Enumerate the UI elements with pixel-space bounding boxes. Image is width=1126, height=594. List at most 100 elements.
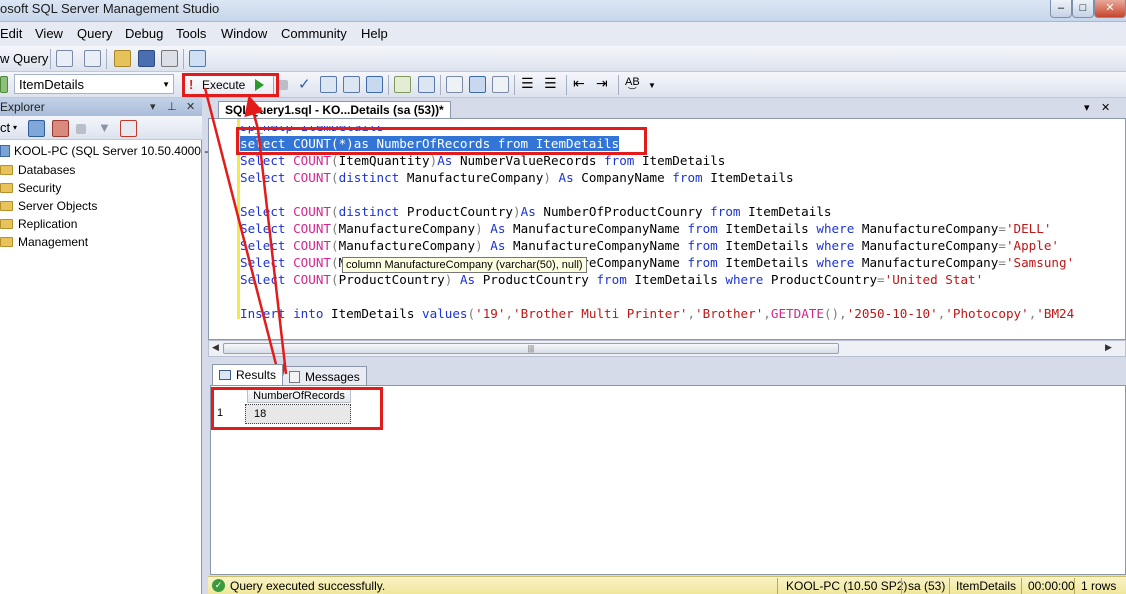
maximize-button[interactable]: □ bbox=[1072, 0, 1094, 18]
query-designer-icon[interactable] bbox=[343, 76, 360, 93]
explorer-toolbar: ct ▾ ▼ bbox=[0, 116, 202, 140]
status-divider bbox=[901, 578, 902, 594]
disconnect-icon[interactable] bbox=[52, 120, 69, 137]
menu-debug[interactable]: Debug bbox=[125, 26, 163, 41]
uncomment-icon[interactable]: ☰ bbox=[544, 75, 557, 92]
minimize-button[interactable]: – bbox=[1050, 0, 1072, 18]
menu-tools[interactable]: Tools bbox=[176, 26, 206, 41]
close-document-icon[interactable]: ✕ bbox=[1101, 101, 1110, 114]
results-to-file-icon[interactable] bbox=[492, 76, 509, 93]
include-plan-icon[interactable] bbox=[418, 76, 435, 93]
toolbar-overflow-icon[interactable]: ▼ bbox=[648, 81, 656, 90]
open-file-icon[interactable] bbox=[114, 50, 131, 67]
pin-icon[interactable]: ⊥ bbox=[167, 100, 177, 113]
filter-icon[interactable]: ▼ bbox=[98, 120, 111, 135]
database-selector[interactable]: ItemDetails ▼ bbox=[14, 74, 174, 94]
status-server: KOOL-PC (10.50 SP2) bbox=[786, 579, 908, 593]
menu-edit[interactable]: Edit bbox=[0, 26, 22, 41]
analysis-query-icon[interactable] bbox=[84, 50, 101, 67]
results-to-text-icon[interactable] bbox=[446, 76, 463, 93]
tab-sqlquery1[interactable]: SQLQuery1.sql - KO...Details (sa (53))* bbox=[218, 101, 451, 118]
results-to-grid-icon[interactable] bbox=[469, 76, 486, 93]
folder-icon bbox=[0, 201, 13, 211]
code-line[interactable]: Select COUNT(distinct ManufactureCompany… bbox=[240, 170, 794, 185]
tab-messages[interactable]: Messages bbox=[282, 366, 367, 385]
code-line[interactable]: Select COUNT(ManufactureCompany) As Manu… bbox=[240, 221, 1051, 236]
pane-dropdown-icon[interactable]: ▾ bbox=[150, 100, 156, 113]
intellisense-icon[interactable] bbox=[394, 76, 411, 93]
object-explorer: Explorer ▾ ⊥ ✕ ct ▾ ▼ KOOL-PC (SQL Serve… bbox=[0, 98, 228, 594]
server-name: KOOL-PC (SQL Server 10.50.4000 - sa) bbox=[14, 144, 229, 158]
new-query-button[interactable]: w Query bbox=[0, 51, 48, 66]
menu-window[interactable]: Window bbox=[221, 26, 267, 41]
specify-values-icon[interactable]: A͜B bbox=[625, 76, 640, 88]
explorer-header: Explorer ▾ ⊥ ✕ bbox=[0, 98, 202, 116]
tab-title: SQLQuery1.sql - KO...Details (sa (53))* bbox=[225, 103, 444, 117]
toolbar-separator bbox=[514, 75, 515, 95]
code-line[interactable]: Insert into ItemDetails values('19','Bro… bbox=[240, 306, 1074, 321]
title-bar: osoft SQL Server Management Studio – □ ✕ bbox=[0, 0, 1126, 22]
code-line[interactable]: Select COUNT(ProductCountry) As ProductC… bbox=[240, 272, 983, 287]
server-node[interactable]: KOOL-PC (SQL Server 10.50.4000 - sa) bbox=[0, 144, 228, 158]
annotation-box-execute bbox=[182, 73, 279, 97]
messages-icon bbox=[289, 371, 300, 383]
query-options-icon[interactable] bbox=[366, 76, 383, 93]
scrollbar-thumb[interactable]: ||| bbox=[223, 343, 839, 354]
tab-results[interactable]: Results bbox=[212, 364, 284, 385]
tree-item-label: Management bbox=[18, 235, 89, 249]
parse-check-icon[interactable]: ✓ bbox=[298, 75, 311, 93]
toolbar-separator bbox=[183, 49, 184, 69]
tree-item-management[interactable]: Management bbox=[0, 235, 88, 249]
tab-label: Results bbox=[236, 368, 277, 382]
status-divider bbox=[949, 578, 950, 594]
activity-monitor-icon[interactable] bbox=[189, 50, 206, 67]
results-tab-strip: Results Messages bbox=[208, 363, 1126, 385]
tree-item-label: Replication bbox=[18, 217, 78, 231]
toolbar-separator bbox=[566, 75, 567, 95]
code-line[interactable]: Select COUNT(ManufactureCompany) As Manu… bbox=[240, 238, 1059, 253]
save-icon[interactable] bbox=[138, 50, 155, 67]
stop-icon[interactable] bbox=[76, 124, 86, 134]
status-time: 00:00:00 bbox=[1028, 579, 1075, 593]
database-selector-value: ItemDetails bbox=[19, 77, 85, 92]
tree-item-security[interactable]: Security bbox=[0, 181, 61, 195]
cancel-query-icon[interactable] bbox=[278, 80, 288, 90]
print-icon[interactable] bbox=[161, 50, 178, 67]
code-line[interactable]: Select COUNT(distinct ProductCountry)As … bbox=[240, 204, 832, 219]
editor-horizontal-scrollbar[interactable]: ◀ ||| ▶ bbox=[208, 340, 1126, 357]
toolbar-separator bbox=[388, 75, 389, 95]
tab-list-icon[interactable]: ▾ bbox=[1084, 101, 1090, 114]
decrease-indent-icon[interactable]: ⇤ bbox=[573, 75, 585, 92]
annotation-box-query bbox=[236, 127, 647, 155]
connect-dropdown-icon[interactable]: ▾ bbox=[13, 123, 17, 132]
window-title: osoft SQL Server Management Studio bbox=[0, 1, 220, 16]
display-plan-icon[interactable] bbox=[320, 76, 337, 93]
tree-item-server-objects[interactable]: Server Objects bbox=[0, 199, 97, 213]
tree-item-replication[interactable]: Replication bbox=[0, 217, 77, 231]
folder-icon bbox=[0, 237, 13, 247]
scroll-left-icon[interactable]: ◀ bbox=[212, 342, 219, 353]
database-engine-query-icon[interactable] bbox=[56, 50, 73, 67]
comment-icon[interactable]: ☰ bbox=[521, 75, 534, 92]
document-tab-strip: SQLQuery1.sql - KO...Details (sa (53))* … bbox=[208, 100, 1126, 118]
code-line[interactable]: Select COUNT(ItemQuantity)As NumberValue… bbox=[240, 153, 725, 168]
refresh-icon[interactable] bbox=[120, 120, 137, 137]
tree-item-label: Databases bbox=[18, 163, 76, 177]
menu-help[interactable]: Help bbox=[361, 26, 388, 41]
close-pane-icon[interactable]: ✕ bbox=[186, 100, 195, 113]
tree-item-label: Server Objects bbox=[18, 199, 98, 213]
connect-server-icon[interactable] bbox=[28, 120, 45, 137]
toolbar-separator bbox=[618, 75, 619, 95]
menu-community[interactable]: Community bbox=[281, 26, 347, 41]
tree-item-databases[interactable]: Databases bbox=[0, 163, 75, 177]
increase-indent-icon[interactable]: ⇥ bbox=[596, 75, 608, 92]
connect-icon[interactable] bbox=[0, 76, 8, 93]
close-window-button[interactable]: ✕ bbox=[1094, 0, 1126, 18]
connect-button[interactable]: ct bbox=[0, 120, 10, 135]
status-database: ItemDetails bbox=[956, 579, 1017, 593]
menu-query[interactable]: Query bbox=[77, 26, 112, 41]
menu-view[interactable]: View bbox=[35, 26, 63, 41]
status-divider bbox=[777, 578, 778, 594]
scroll-right-icon[interactable]: ▶ bbox=[1105, 342, 1112, 353]
tab-label: Messages bbox=[305, 370, 360, 384]
